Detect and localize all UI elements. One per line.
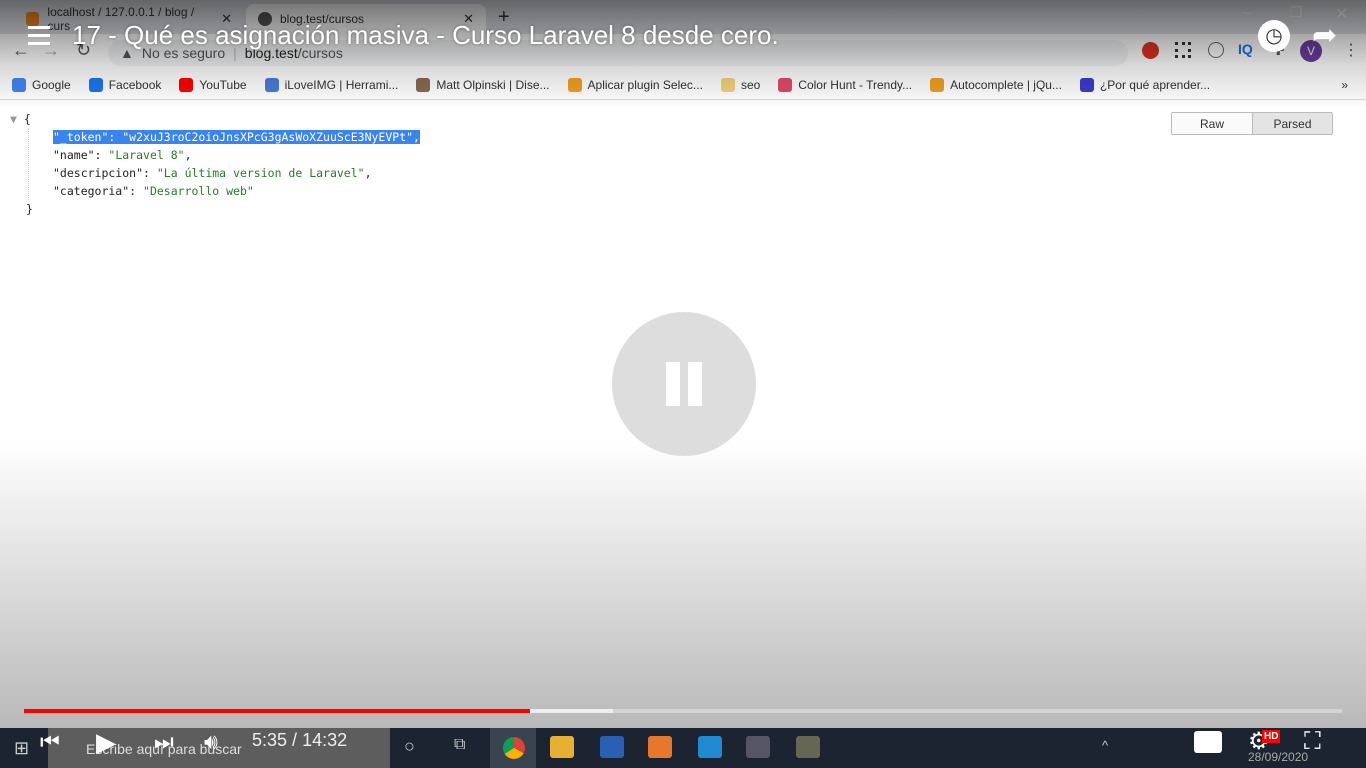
- app-icon[interactable]: [796, 736, 820, 758]
- pause-indicator[interactable]: [612, 312, 756, 456]
- bookmark-icon: [88, 77, 103, 92]
- progress-bar[interactable]: [24, 709, 1342, 713]
- time-display: 5:35 / 14:32: [252, 730, 348, 750]
- bookmark[interactable]: Facebook: [88, 77, 162, 92]
- iq-icon[interactable]: IQ: [1238, 41, 1253, 57]
- watch-later-icon[interactable]: ◷: [1258, 20, 1290, 52]
- file-explorer-icon[interactable]: [550, 736, 574, 758]
- bookmark[interactable]: Google: [12, 77, 71, 92]
- bookmark-label: Facebook: [108, 77, 162, 92]
- bookmark[interactable]: YouTube: [179, 77, 247, 92]
- share-icon[interactable]: ➦: [1312, 18, 1337, 53]
- word-icon[interactable]: [600, 736, 624, 758]
- cortana-icon[interactable]: ○: [404, 736, 415, 757]
- bookmarks-more-button[interactable]: »: [1341, 78, 1348, 92]
- json-row: "categoria": "Desarrollo web": [53, 184, 254, 198]
- bookmark-label: Color Hunt - Trendy...: [798, 77, 913, 92]
- bookmark[interactable]: iLoveIMG | Herrami...: [264, 77, 399, 92]
- bookmark-icon: [12, 77, 26, 92]
- bookmark-icon: [264, 77, 279, 92]
- chrome-taskbar-button[interactable]: [490, 728, 536, 768]
- bookmark-icon: [416, 77, 431, 92]
- parsed-button[interactable]: Parsed: [1252, 113, 1332, 134]
- json-row: "descripcion": "La última version de Lar…: [53, 166, 372, 180]
- vscode-icon[interactable]: [698, 736, 722, 758]
- bookmark[interactable]: seo: [720, 77, 761, 92]
- adblock-icon[interactable]: [1142, 42, 1159, 59]
- volume-icon[interactable]: 🔊︎: [204, 728, 218, 756]
- bottom-gradient: [0, 440, 1366, 730]
- minimize-button[interactable]: –: [1242, 4, 1251, 22]
- qr-icon[interactable]: [1175, 42, 1191, 58]
- playlist-icon[interactable]: [28, 26, 50, 45]
- bookmark-label: Matt Olpinski | Dise...: [436, 77, 550, 92]
- bookmark-icon: [567, 77, 582, 92]
- bookmark[interactable]: Autocomplete | jQu...: [930, 77, 1062, 92]
- menu-icon[interactable]: ⋮: [1343, 40, 1359, 60]
- raw-button[interactable]: Raw: [1172, 113, 1252, 134]
- play-icon[interactable]: ▶: [96, 728, 116, 756]
- bookmark[interactable]: Color Hunt - Trendy...: [778, 77, 913, 92]
- json-close: }: [26, 202, 33, 216]
- bookmark-label: iLoveIMG | Herrami...: [284, 77, 399, 92]
- restore-button[interactable]: ❐: [1290, 4, 1303, 21]
- bookmark-label: Autocomplete | jQu...: [950, 77, 1062, 92]
- exit-fullscreen-icon[interactable]: ⛶: [1304, 728, 1321, 756]
- bookmark-label: Aplicar plugin Selec...: [587, 77, 703, 92]
- view-toggle: Raw Parsed: [1171, 112, 1333, 135]
- next-icon[interactable]: ⏭: [154, 728, 174, 756]
- json-row: "name": "Laravel 8",: [53, 148, 192, 162]
- xampp-icon[interactable]: [648, 736, 672, 758]
- bookmark-icon: [1079, 77, 1094, 92]
- bookmark-icon: [720, 77, 735, 92]
- pma-icon: [26, 12, 40, 26]
- bookmark-label: seo: [740, 77, 761, 92]
- played-bar: [24, 709, 531, 713]
- previous-icon[interactable]: ⏮: [40, 728, 60, 756]
- subtitles-icon[interactable]: [1194, 731, 1222, 753]
- json-open[interactable]: ▼ {: [10, 110, 420, 128]
- bookmark[interactable]: Matt Olpinski | Dise...: [416, 77, 550, 92]
- bookmark[interactable]: ¿Por qué aprender...: [1079, 77, 1211, 92]
- video-title[interactable]: 17 - Qué es asignación masiva - Curso La…: [72, 20, 779, 51]
- hd-badge: HD: [1262, 730, 1281, 743]
- json-viewer: ▼ { "_token": "w2xuJ3roC2oioJnsXPcG3gAsW…: [10, 110, 420, 218]
- bookmark-label: ¿Por qué aprender...: [1099, 77, 1211, 92]
- tray-chevron-icon[interactable]: ^: [1102, 738, 1108, 753]
- bookmark-icon: [778, 77, 793, 92]
- json-row: "_token": "w2xuJ3roC2oioJnsXPcG3gAsWoXZu…: [53, 130, 420, 144]
- bookmark-icon: [179, 77, 194, 92]
- bookmarks-bar: Google Facebook YouTube iLoveIMG | Herrami.…: [0, 70, 1366, 100]
- app-icon[interactable]: [746, 736, 770, 758]
- windows-start-icon[interactable]: ⊞: [14, 738, 29, 759]
- bookmark-label: YouTube: [199, 77, 247, 92]
- bookmark-label: Google: [32, 77, 71, 92]
- bookmark[interactable]: Aplicar plugin Selec...: [567, 77, 703, 92]
- bookmark-icon: [930, 77, 945, 92]
- task-view-icon[interactable]: ⧉: [454, 736, 465, 754]
- extension-icon[interactable]: [1208, 42, 1224, 58]
